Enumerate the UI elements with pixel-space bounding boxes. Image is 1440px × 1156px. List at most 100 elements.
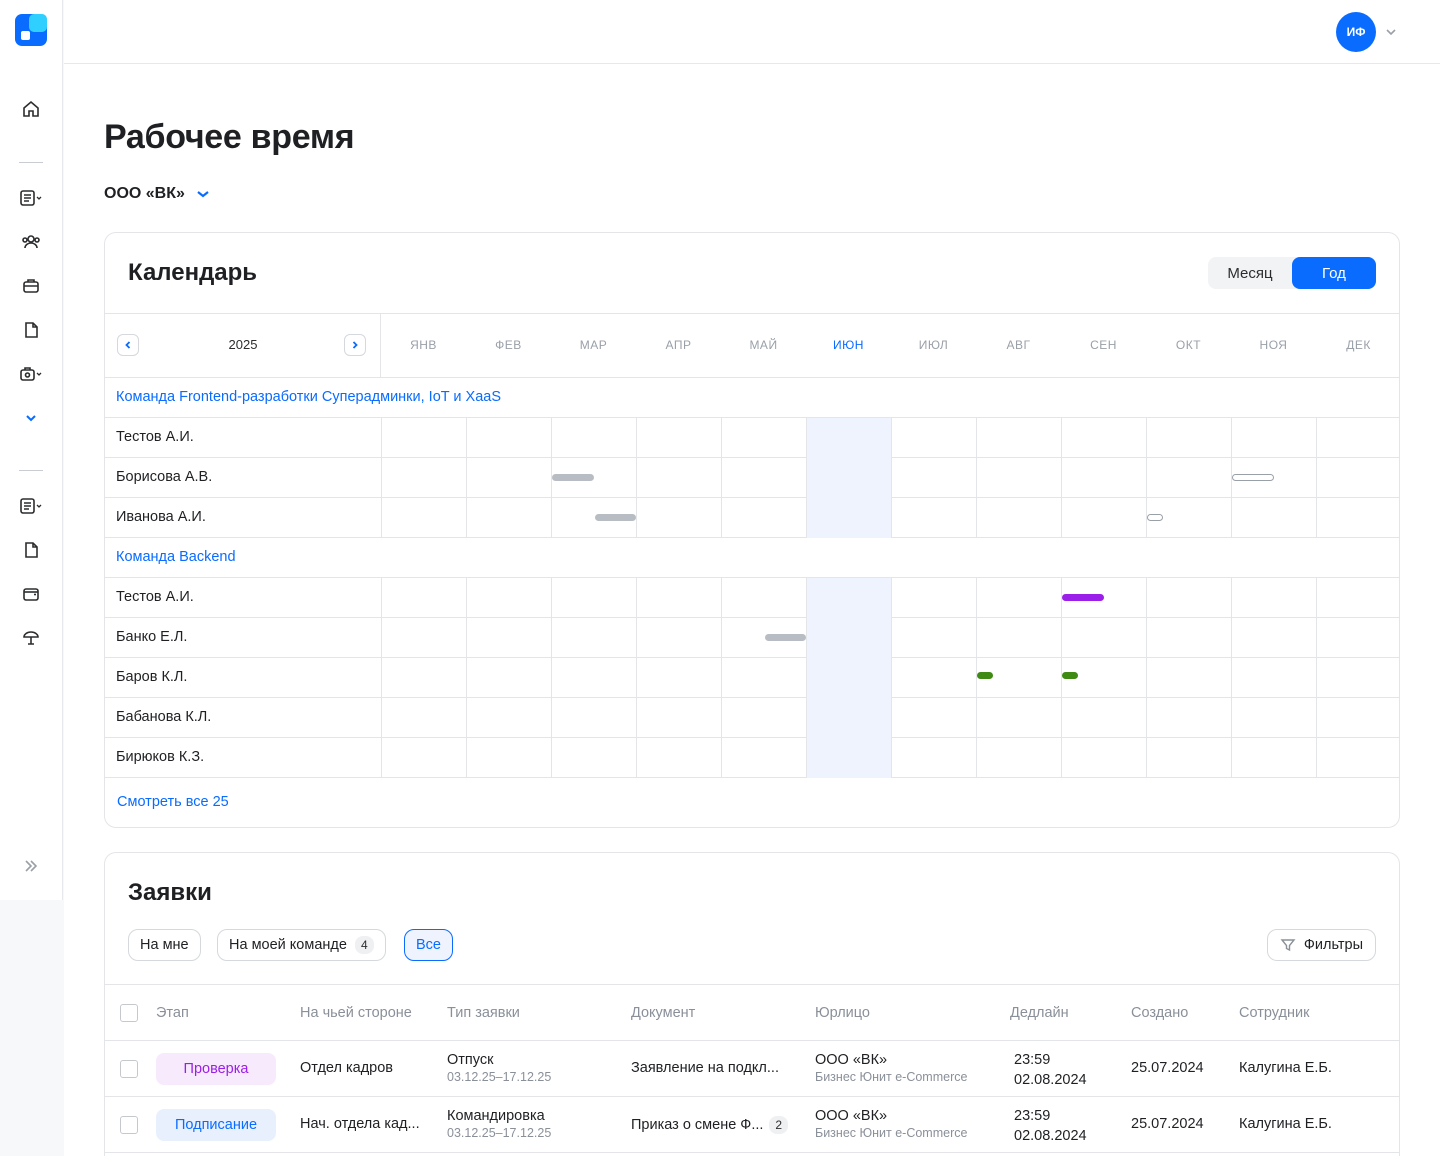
calendar-cell[interactable] [891, 658, 976, 698]
filter-chip-all[interactable]: Все [404, 929, 453, 961]
calendar-cell[interactable] [806, 698, 891, 738]
calendar-cell[interactable] [551, 418, 636, 458]
view-year-button[interactable]: Год [1292, 257, 1376, 289]
row-checkbox[interactable] [120, 1060, 138, 1078]
calendar-cell[interactable] [466, 418, 551, 458]
file-icon[interactable] [19, 538, 43, 562]
calendar-cell[interactable] [806, 458, 891, 498]
calendar-cell[interactable] [1146, 658, 1231, 698]
view-month-button[interactable]: Месяц [1208, 257, 1292, 289]
filters-button[interactable]: Фильтры [1266, 929, 1376, 961]
calendar-cell[interactable] [551, 738, 636, 778]
calendar-cell[interactable] [1231, 658, 1316, 698]
calendar-cell[interactable] [466, 658, 551, 698]
calendar-cell[interactable] [1061, 418, 1146, 458]
calendar-cell[interactable] [466, 578, 551, 618]
calendar-cell[interactable] [381, 418, 466, 458]
calendar-cell[interactable] [551, 618, 636, 658]
calendar-cell[interactable] [636, 738, 721, 778]
calendar-cell[interactable] [1231, 418, 1316, 458]
calendar-cell[interactable] [1316, 618, 1399, 658]
calendar-cell[interactable] [1316, 498, 1399, 538]
calendar-cell[interactable] [1231, 498, 1316, 538]
calendar-cell[interactable] [466, 738, 551, 778]
column-header[interactable]: Дедлайн [1010, 1005, 1069, 1021]
column-header[interactable]: На чьей стороне [300, 1005, 412, 1021]
calendar-cell[interactable] [551, 698, 636, 738]
calendar-cell[interactable] [1231, 698, 1316, 738]
calendar-cell[interactable] [1146, 698, 1231, 738]
calendar-cell[interactable] [381, 578, 466, 618]
users-icon[interactable] [19, 230, 43, 254]
absence-bar[interactable] [977, 672, 993, 679]
calendar-cell[interactable] [636, 418, 721, 458]
calendar-cell[interactable] [381, 658, 466, 698]
team-label[interactable]: Команда Backend [116, 549, 236, 565]
calendar-cell[interactable] [976, 578, 1061, 618]
wallet-icon[interactable] [19, 582, 43, 606]
column-header[interactable]: Создано [1131, 1005, 1188, 1021]
file-icon[interactable] [19, 318, 43, 342]
calendar-cell[interactable] [1061, 498, 1146, 538]
next-year-button[interactable] [344, 334, 366, 356]
absence-bar[interactable] [1062, 672, 1078, 679]
calendar-cell[interactable] [636, 498, 721, 538]
briefcase-icon[interactable] [19, 274, 43, 298]
calendar-cell[interactable] [1316, 738, 1399, 778]
bag-settings-menu-icon[interactable] [19, 362, 43, 386]
calendar-cell[interactable] [806, 658, 891, 698]
document-link[interactable]: Заявление на подкл... [631, 1060, 779, 1076]
calendar-cell[interactable] [1146, 738, 1231, 778]
calendar-cell[interactable] [806, 418, 891, 458]
calendar-cell[interactable] [1061, 738, 1146, 778]
calendar-cell[interactable] [1316, 458, 1399, 498]
org-select[interactable]: ООО «ВК» [104, 185, 211, 203]
calendar-cell[interactable] [636, 578, 721, 618]
calendar-cell[interactable] [1146, 418, 1231, 458]
calendar-cell[interactable] [891, 418, 976, 458]
calendar-cell[interactable] [721, 738, 806, 778]
umbrella-icon[interactable] [19, 626, 43, 650]
calendar-cell[interactable] [806, 618, 891, 658]
calendar-cell[interactable] [1146, 578, 1231, 618]
calendar-cell[interactable] [806, 578, 891, 618]
absence-bar[interactable] [1232, 474, 1274, 481]
calendar-cell[interactable] [466, 618, 551, 658]
calendar-cell[interactable] [1316, 418, 1399, 458]
chevron-down-icon[interactable] [1384, 25, 1398, 39]
expand-sidebar-icon[interactable] [19, 854, 43, 878]
table-row[interactable]: Подписание Нач. отдела кад... Командиров… [105, 1097, 1399, 1153]
calendar-cell[interactable] [976, 698, 1061, 738]
calendar-cell[interactable] [721, 658, 806, 698]
user-avatar[interactable]: ИФ [1336, 12, 1376, 52]
calendar-cell[interactable] [381, 698, 466, 738]
document-link[interactable]: Приказ о смене Ф... 2 [631, 1116, 789, 1134]
table-row[interactable]: Проверка Отдел кадров Отпуск 03.12.25–17… [105, 1041, 1399, 1097]
calendar-cell[interactable] [1316, 658, 1399, 698]
calendar-cell[interactable] [466, 698, 551, 738]
column-header[interactable]: Этап [156, 1005, 189, 1021]
calendar-cell[interactable] [1061, 458, 1146, 498]
calendar-cell[interactable] [976, 458, 1061, 498]
calendar-cell[interactable] [721, 498, 806, 538]
calendar-cell[interactable] [721, 418, 806, 458]
calendar-cell[interactable] [636, 658, 721, 698]
calendar-cell[interactable] [976, 618, 1061, 658]
column-header[interactable]: Документ [631, 1005, 695, 1021]
calendar-cell[interactable] [891, 578, 976, 618]
calendar-cell[interactable] [636, 618, 721, 658]
calendar-cell[interactable] [721, 458, 806, 498]
calendar-cell[interactable] [381, 738, 466, 778]
calendar-cell[interactable] [1061, 698, 1146, 738]
absence-bar[interactable] [1062, 594, 1104, 601]
calendar-cell[interactable] [891, 698, 976, 738]
calendar-cell[interactable] [891, 498, 976, 538]
calendar-cell[interactable] [976, 498, 1061, 538]
calendar-cell[interactable] [1316, 578, 1399, 618]
calendar-cell[interactable] [466, 498, 551, 538]
absence-bar[interactable] [764, 634, 806, 641]
calendar-cell[interactable] [1231, 618, 1316, 658]
calendar-cell[interactable] [551, 578, 636, 618]
column-header[interactable]: Юрлицо [815, 1005, 870, 1021]
absence-bar[interactable] [1147, 514, 1163, 521]
